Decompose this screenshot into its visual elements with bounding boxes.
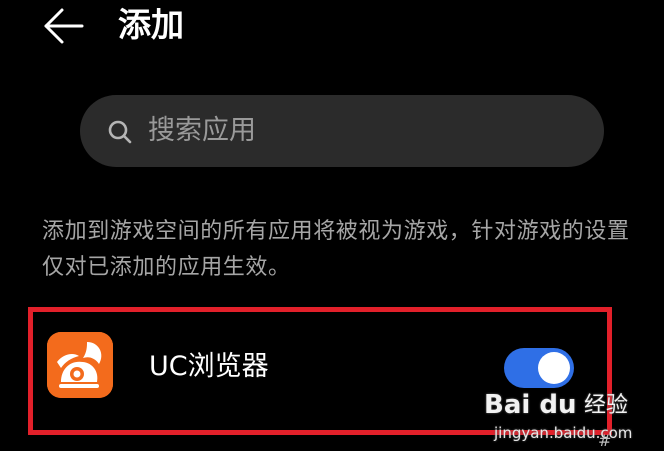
page-title: 添加 [118, 5, 184, 44]
watermark-brand: Bai du [484, 390, 577, 420]
baidu-jingyan-watermark: Bai du 经验 jingyan.baidu.com [484, 389, 654, 447]
watermark-url: jingyan.baidu.com [494, 424, 633, 442]
search-icon [108, 120, 132, 144]
app-name: UC浏览器 [149, 351, 269, 382]
app-enabled-toggle[interactable] [504, 348, 574, 388]
back-button[interactable] [38, 6, 86, 46]
description-text: 添加到游戏空间的所有应用将被视为游戏，针对游戏的设置仅对已添加的应用生效。 [42, 219, 630, 280]
toggle-knob [538, 352, 570, 384]
watermark-mark: # [598, 431, 612, 450]
add-games-screen: 添加 搜索应用 添加到游戏空间的所有应用将被视为游戏，针对游戏的设置仅对已添加的… [0, 0, 664, 451]
arrow-left-icon [44, 8, 84, 44]
uc-browser-icon [47, 332, 113, 398]
search-placeholder: 搜索应用 [148, 115, 256, 146]
search-input[interactable]: 搜索应用 [80, 95, 604, 167]
watermark-product: 经验 [584, 393, 629, 418]
